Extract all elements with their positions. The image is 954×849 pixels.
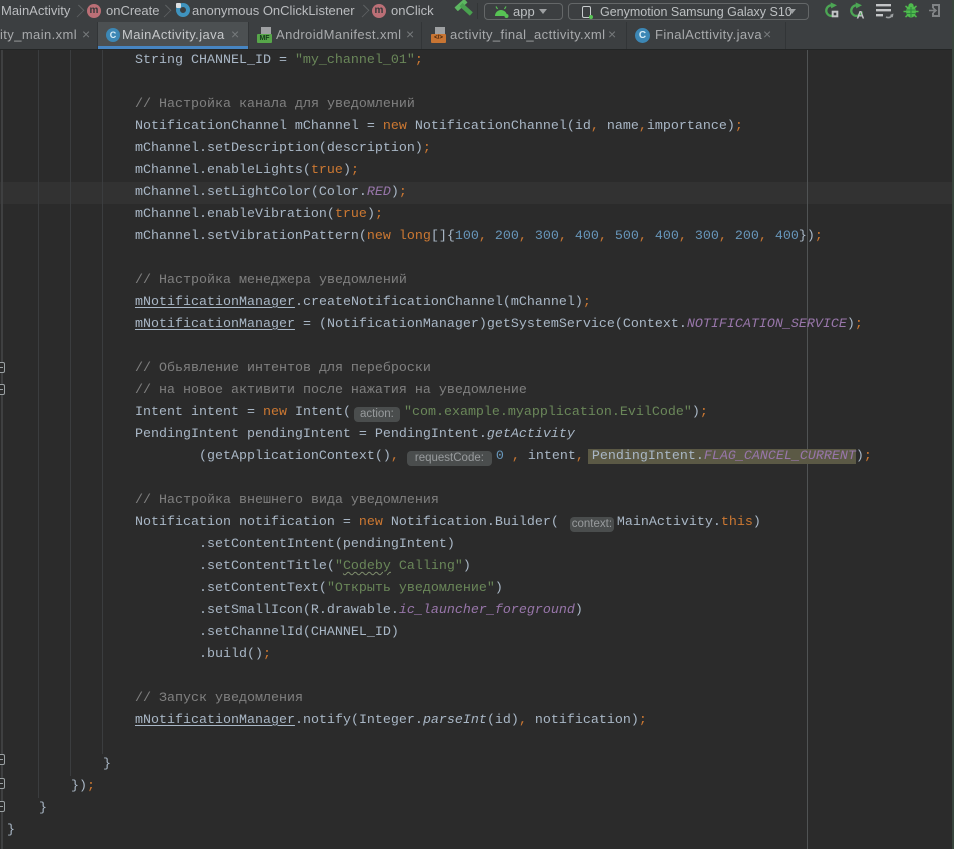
svg-text:A: A [857,10,865,20]
